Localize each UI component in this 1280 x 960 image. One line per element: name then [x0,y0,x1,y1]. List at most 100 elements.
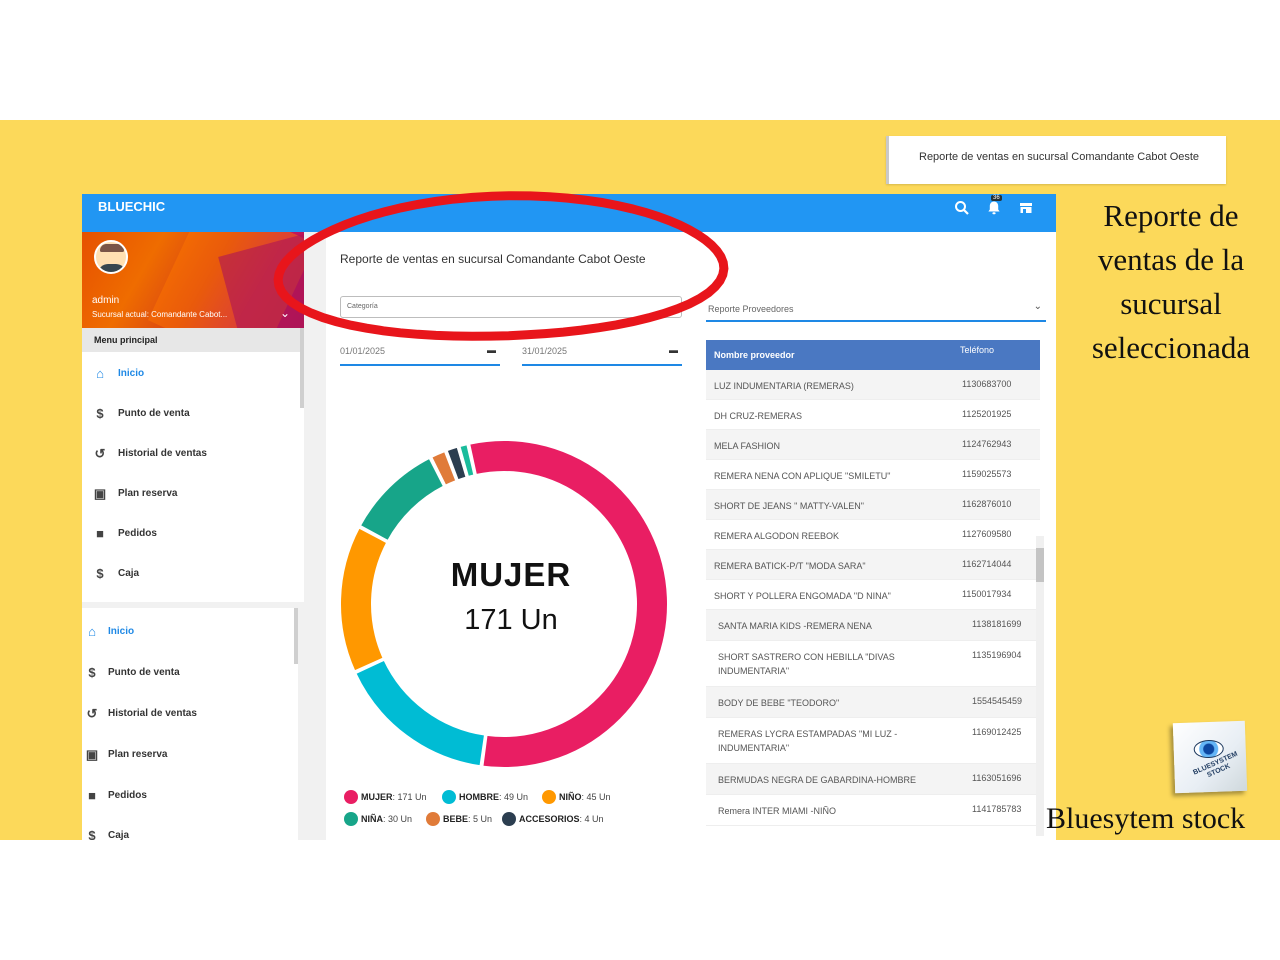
table-row[interactable]: BODY DE BEBE "TEODORO" 1554545459 [706,687,1040,718]
legend-name: BEBE [443,814,469,824]
legend-text: MUJER: 171 Un [361,792,427,802]
provider-phone: 1150017934 [962,589,1012,599]
category-input[interactable]: Categoría [340,296,682,318]
sidebar-item-punto-de-venta[interactable]: $ Punto de venta [82,400,304,430]
sidebar-item-plan-reserva[interactable]: ▣ Plan reserva [82,480,304,510]
table-row[interactable]: SHORT Y POLLERA ENGOMADA "D NINA" 1150017… [706,580,1040,610]
provider-phone: 1554545459 [972,696,1023,706]
annotation-line: ventas de la [1097,242,1245,277]
table-row[interactable]: REMERA ALGODON REEBOK 1127609580 [706,520,1040,550]
legend-text: BEBE: 5 Un [443,814,493,824]
chevron-down-icon[interactable]: ⌄ [280,306,290,320]
wallet-icon: ▣ [85,747,99,762]
sidebar-item-inicio[interactable]: ⌂ Inicio [82,360,304,390]
table-row[interactable]: SHORT SASTRERO CON HEBILLA "DIVAS INDUME… [706,641,1040,687]
legend-text: HOMBRE: 49 Un [459,792,529,802]
sidebar-item-pedidos[interactable]: ■ Pedidos [82,782,294,812]
table-row[interactable]: REMERAS LYCRA ESTAMPADAS "MI LUZ - INDUM… [706,718,1040,764]
history-icon: ↺ [86,706,98,721]
legend-name: ACCESORIOS [519,814,580,824]
table-row[interactable]: BERMUDAS NEGRA DE GABARDINA-HOMBRE 116305… [706,764,1040,795]
sidebar-item-pedidos[interactable]: ■ Pedidos [82,520,304,550]
sidebar-item-punto-de-venta[interactable]: $ Punto de venta [82,659,294,689]
donut-center-value: 171 Un [464,604,558,636]
provider-phone: 1125201925 [962,409,1012,419]
sidebar-item-label: Historial de ventas [108,708,197,719]
provider-name: BODY DE BEBE "TEODORO" [718,698,840,708]
table-row[interactable]: LUZ INDUMENTARIA (REMERAS) 1130683700 [706,370,1040,400]
table-header: Nombre proveedor Teléfono [706,340,1040,370]
home-icon: ⌂ [96,366,104,381]
donut-slice[interactable] [353,658,487,768]
eye-icon [1193,739,1225,759]
donut-slice[interactable] [339,526,389,673]
brand-caption: Bluesytem stock [1046,802,1246,835]
provider-name: SHORT DE JEANS " MATTY-VALEN" [714,501,864,511]
store-icon[interactable] [1018,200,1036,218]
donut-center-label: MUJER [450,556,572,593]
annotation-line: Reporte de [1103,198,1239,233]
provider-name: DH CRUZ-REMERAS [714,411,803,421]
sidebar-item-label: Punto de venta [108,667,180,678]
bell-icon[interactable] [986,200,1004,218]
header-phone[interactable]: Teléfono [960,345,994,355]
sidebar-item-historial-de-ventas[interactable]: ↺ Historial de ventas [82,440,304,470]
provider-phone: 1138181699 [972,619,1022,629]
table-row[interactable]: DH CRUZ-REMERAS 1125201925 [706,400,1040,430]
legend-value: 45 Un [586,792,611,802]
sidebar-item-historial-de-ventas[interactable]: ↺ Historial de ventas [82,700,294,730]
date-from-field[interactable]: 01/01/2025 ▬ [340,342,500,366]
wallet-icon: ▣ [93,486,107,501]
sidebar-scrollbar[interactable] [294,608,298,664]
search-icon[interactable] [954,200,972,218]
dollar-icon: $ [88,665,96,680]
sidebar-item-label: Historial de ventas [118,448,207,459]
sidebar-item-plan-reserva[interactable]: ▣ Plan reserva [82,741,294,771]
popup-text: Reporte de ventas en sucursal Comandante… [919,151,1200,163]
report-card: Reporte de ventas en sucursal Comandante… [326,232,1056,840]
provider-phone: 1169012425 [972,727,1022,737]
sidebar-item-label: Plan reserva [118,488,178,499]
table-row[interactable]: SHORT DE JEANS " MATTY-VALEN" 1162876010 [706,490,1040,520]
top-bar: BLUECHIC 36 [82,194,1056,232]
sidebar-item-label: Punto de venta [118,408,190,419]
provider-name: Remera INTER MIAMI -NIÑO [718,806,837,816]
table-row[interactable]: REMERA BATICK-P/T "MODA SARA" 1162714044 [706,550,1040,580]
provider-name: REMERA NENA CON APLIQUE "SMILETU" [714,471,891,481]
header-provider[interactable]: Nombre proveedor [714,350,795,360]
brand-logo: BLUESYSTEM STOCK [1172,720,1248,794]
table-row[interactable]: SANTA MARIA KIDS -REMERA NENA 1138181699 [706,610,1040,641]
donut-slice[interactable] [358,456,446,543]
profile-header: admin Sucursal actual: Comandante Cabot.… [82,232,304,328]
date-to-field[interactable]: 31/01/2025 ▬ [522,342,682,366]
legend-text: NIÑA: 30 Un [361,814,413,824]
legend-name: NIÑO [559,792,582,802]
provider-name: BERMUDAS NEGRA DE GABARDINA-HOMBRE [718,775,917,785]
sidebar-item-inicio[interactable]: ⌂ Inicio [82,618,294,648]
sidebar-item-label: Plan reserva [108,749,168,760]
legend-name: NIÑA [361,814,383,824]
table-row[interactable]: Remera INTER MIAMI -NIÑO 1141785783 [706,795,1040,826]
date-from-value: 01/01/2025 [340,346,386,356]
brand-name[interactable]: BLUECHIC [98,199,165,214]
home-icon: ⌂ [88,624,96,639]
providers-select[interactable]: Reporte Proveedores ⌄ [706,296,1046,322]
sidebar-item-caja[interactable]: $ Caja [82,560,304,590]
provider-name: REMERAS LYCRA ESTAMPADAS "MI LUZ - INDUM… [718,729,898,753]
user-name: admin [92,295,120,306]
providers-select-value: Reporte Proveedores [708,304,794,314]
category-placeholder: Categoría [347,303,378,310]
sidebar-item-caja[interactable]: $ Caja [82,822,294,840]
legend-swatch [344,790,358,804]
calendar-icon[interactable]: ▬ [487,345,496,355]
avatar[interactable] [94,240,128,274]
legend-swatch [502,812,516,826]
legend-value: 4 Un [584,814,604,824]
table-row[interactable]: REMERA NENA CON APLIQUE "SMILETU" 1159025… [706,460,1040,490]
table-scrollbar[interactable] [1036,536,1044,836]
provider-name: SHORT SASTRERO CON HEBILLA "DIVAS INDUME… [718,652,895,676]
provider-name: SHORT Y POLLERA ENGOMADA "D NINA" [714,591,891,601]
calendar-icon[interactable]: ▬ [669,345,678,355]
table-row[interactable]: MELA FASHION 1124762943 [706,430,1040,460]
legend-text: NIÑO: 45 Un [559,792,611,802]
